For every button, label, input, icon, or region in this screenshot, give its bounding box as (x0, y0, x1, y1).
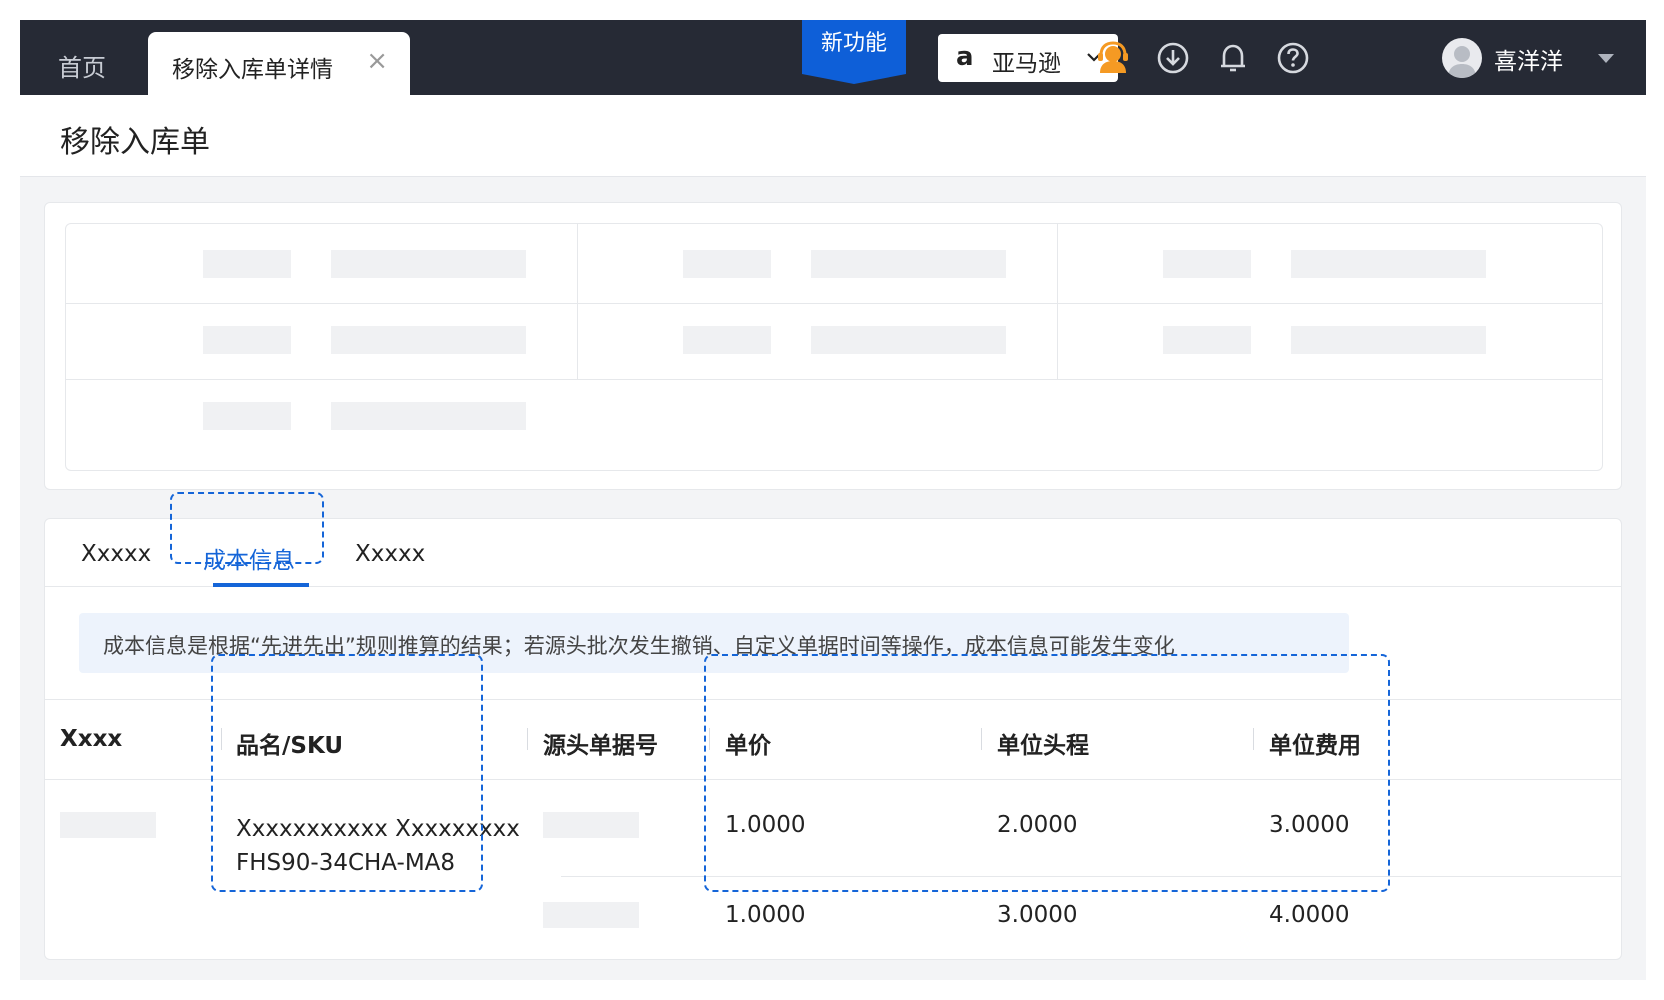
placeholder (1291, 250, 1486, 278)
placeholder (1291, 326, 1486, 354)
store-name: 亚马逊 (992, 51, 1061, 77)
col-header-source-doc: 源头单据号 (543, 733, 658, 759)
user-silhouette-icon (1448, 46, 1476, 78)
info-table (65, 223, 1603, 471)
placeholder (203, 402, 291, 430)
placeholder (60, 812, 156, 838)
tab-home[interactable]: 首页 (58, 48, 106, 83)
placeholder (543, 902, 639, 928)
unit-price: 1.0000 (725, 902, 806, 928)
active-tab-indicator (213, 583, 309, 587)
placeholder (331, 402, 526, 430)
close-icon[interactable]: × (366, 46, 388, 76)
help-icon[interactable] (1274, 39, 1312, 77)
column-divider (527, 728, 528, 750)
caret-down-icon[interactable] (1598, 54, 1614, 63)
tab-first[interactable]: Xxxxx (81, 541, 151, 567)
placeholder (811, 326, 1006, 354)
amazon-icon: a (956, 42, 974, 72)
placeholder (811, 250, 1006, 278)
tab-third[interactable]: Xxxxx (355, 541, 425, 567)
tab-removal-detail[interactable]: 移除入库单详情 × (148, 32, 410, 95)
highlight-cost-columns (704, 654, 1390, 892)
info-card (44, 202, 1622, 490)
user-name[interactable]: 喜洋洋 (1494, 42, 1563, 76)
info-cell (546, 224, 1058, 304)
info-cell (66, 300, 578, 380)
download-icon[interactable] (1154, 39, 1192, 77)
support-agent-icon[interactable] (1094, 39, 1132, 77)
placeholder (331, 326, 526, 354)
placeholder (1163, 326, 1251, 354)
new-feature-badge[interactable]: 新功能 (802, 20, 906, 84)
placeholder (543, 812, 639, 838)
info-cell (66, 376, 578, 456)
placeholder (331, 250, 526, 278)
info-cell (546, 300, 1058, 380)
highlight-product-column (211, 654, 483, 892)
page-header: 移除入库单 (20, 95, 1646, 177)
bell-icon[interactable] (1214, 39, 1252, 77)
app-frame: 首页 移除入库单详情 × 新功能 a 亚马逊 喜洋洋 移除入库单 Xxxxx 成… (20, 20, 1646, 980)
page-title: 移除入库单 (60, 125, 210, 160)
col-header-xxxx: Xxxx (60, 726, 123, 752)
info-row (66, 300, 1602, 380)
top-nav-bar: 首页 移除入库单详情 × 新功能 a 亚马逊 喜洋洋 (20, 20, 1646, 95)
placeholder (683, 250, 771, 278)
unit-fee: 4.0000 (1269, 902, 1350, 928)
store-selector[interactable]: a 亚马逊 (938, 34, 1118, 82)
info-cell (66, 224, 578, 304)
info-cell (1026, 224, 1538, 304)
info-cell (1026, 300, 1538, 380)
placeholder (203, 250, 291, 278)
placeholder (683, 326, 771, 354)
info-row (66, 224, 1602, 304)
placeholder (203, 326, 291, 354)
tab-label: 移除入库单详情 (172, 57, 333, 83)
avatar[interactable] (1442, 38, 1482, 78)
highlight-cost-tab (170, 492, 324, 564)
unit-freight: 3.0000 (997, 902, 1078, 928)
info-row (66, 376, 1602, 456)
placeholder (1163, 250, 1251, 278)
